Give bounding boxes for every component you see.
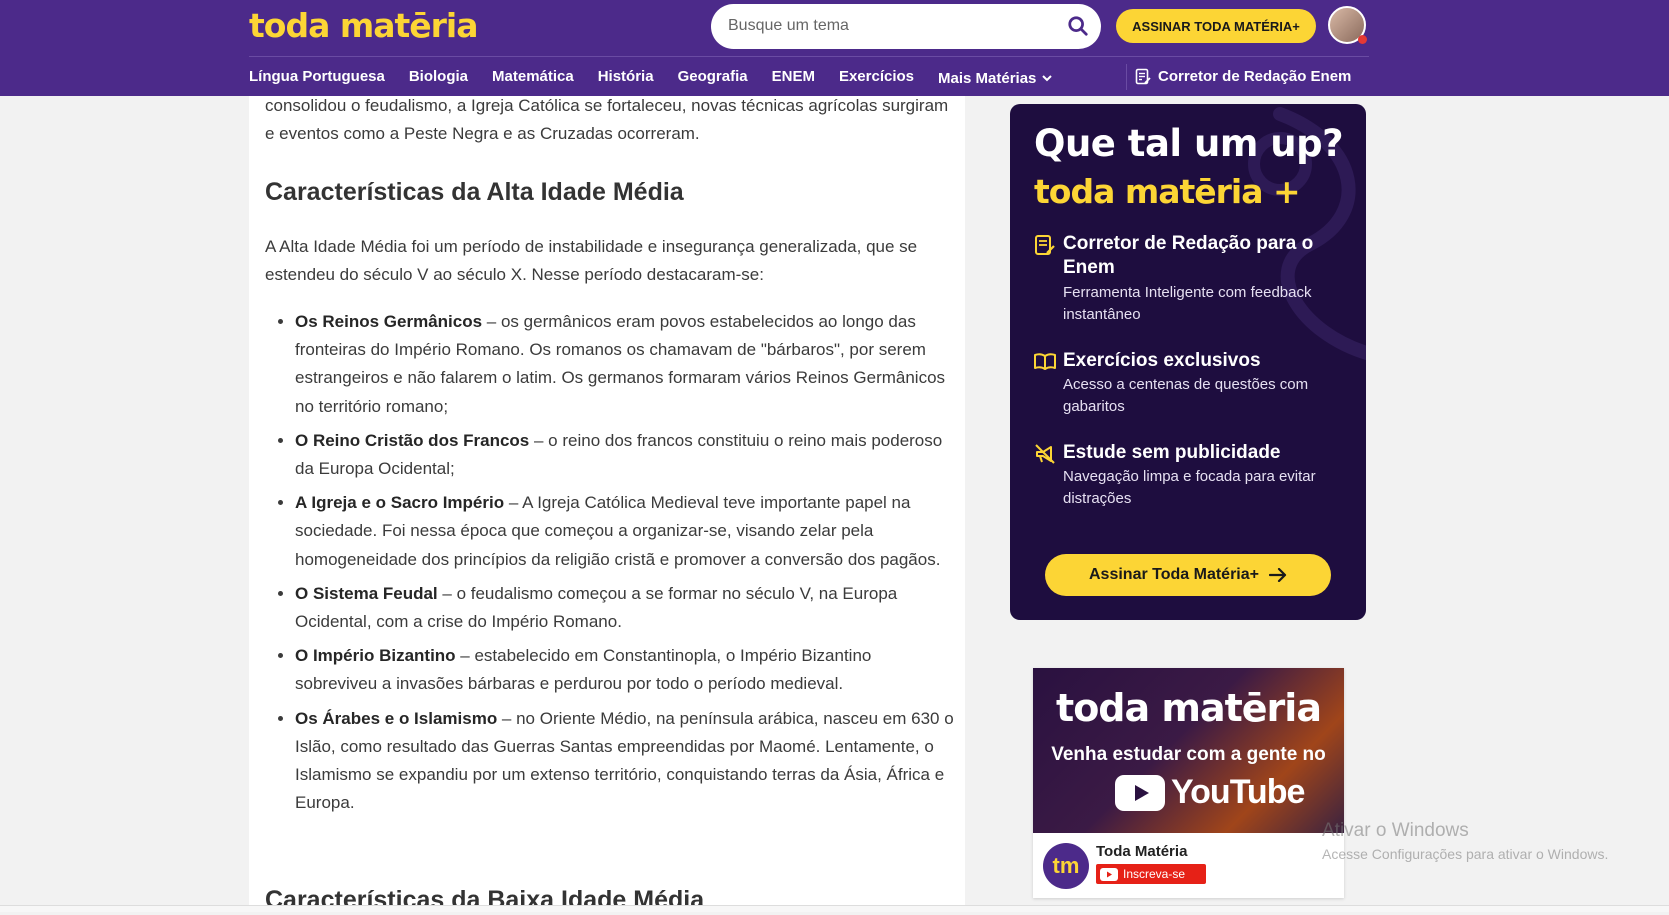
intro-paragraph: consolidou o feudalismo, a Igreja Católi…: [265, 96, 949, 143]
list-item-term: O Sistema Feudal: [295, 583, 438, 603]
search-placeholder: Busque um tema: [728, 17, 849, 34]
nav-more-label: Mais Matérias: [938, 69, 1037, 87]
search-icon[interactable]: [1067, 15, 1089, 37]
subscribe-premium-label: Assinar Toda Matéria+: [1089, 566, 1259, 583]
characteristics-list: Os Reinos Germânicos – os germânicos era…: [265, 308, 955, 823]
nav-item-biologia[interactable]: Biologia: [409, 68, 468, 88]
nav-separator: [1126, 64, 1127, 90]
promo-brand: toda matēria +: [1034, 172, 1301, 211]
youtube-icon: [1100, 867, 1118, 881]
site-logo[interactable]: toda matēria: [249, 6, 478, 45]
subscribe-button[interactable]: ASSINAR TODA MATÉRIA+: [1116, 9, 1316, 43]
list-item-term: O Reino Cristão dos Francos: [295, 430, 530, 450]
nav-item-corretor[interactable]: Corretor de Redação Enem: [1135, 68, 1351, 85]
search-input[interactable]: Busque um tema: [711, 4, 1101, 49]
premium-promo-card: Que tal um up? toda matēria + Corretor d…: [1010, 104, 1366, 620]
youtube-subscribe-label: Inscreva-se: [1123, 867, 1186, 881]
subscribe-premium-button[interactable]: Assinar Toda Matéria+: [1045, 554, 1331, 596]
chevron-down-icon: [1042, 75, 1053, 82]
windows-activation-title: Ativar o Windows: [1322, 820, 1469, 841]
muted-megaphone-icon: [1035, 444, 1055, 464]
nav-item-matematica[interactable]: Matemática: [492, 68, 574, 88]
channel-name[interactable]: Toda Matéria: [1096, 843, 1187, 860]
youtube-banner-brand: toda matēria: [1056, 686, 1322, 730]
youtube-logo: YouTube: [1115, 773, 1305, 812]
document-edit-icon: [1135, 68, 1151, 85]
section-heading: Características da Alta Idade Média: [265, 178, 684, 206]
youtube-card[interactable]: toda matēria Venha estudar com a gente n…: [1033, 668, 1344, 898]
youtube-banner[interactable]: toda matēria Venha estudar com a gente n…: [1033, 668, 1344, 833]
promo-feature-title: Corretor de Redação para o Enem: [1063, 233, 1314, 278]
list-item: O Reino Cristão dos Francos – o reino do…: [295, 427, 955, 483]
header-divider: [249, 56, 1369, 57]
nav-item-enem[interactable]: ENEM: [772, 68, 815, 88]
main-nav: Língua Portuguesa Biologia Matemática Hi…: [249, 68, 1077, 88]
promo-title: Que tal um up?: [1034, 122, 1344, 165]
site-header: toda matēria Busque um tema ASSINAR TODA…: [0, 0, 1669, 96]
list-item-term: Os Reinos Germânicos: [295, 312, 483, 331]
nav-item-exercicios[interactable]: Exercícios: [839, 68, 914, 88]
list-item: O Sistema Feudal – o feudalismo começou …: [295, 580, 955, 636]
youtube-banner-tagline: Venha estudar com a gente no: [1051, 744, 1326, 765]
article-container: consolidou o feudalismo, a Igreja Católi…: [249, 96, 965, 914]
windows-activation-subtitle: Acesse Configurações para ativar o Windo…: [1322, 846, 1609, 862]
youtube-subscribe-button[interactable]: Inscreva-se: [1096, 864, 1206, 884]
promo-feature-title: Exercícios exclusivos: [1063, 350, 1261, 371]
channel-avatar[interactable]: tm: [1043, 843, 1089, 889]
list-item-term: A Igreja e o Sacro Império: [295, 493, 505, 513]
list-item: A Igreja e o Sacro Império – A Igreja Ca…: [295, 489, 955, 574]
open-book-icon: [1034, 353, 1056, 370]
promo-feature-desc: Acesso a centenas de questões com gabari…: [1063, 376, 1309, 415]
list-item-term: Os Árabes e o Islamismo: [295, 708, 498, 728]
section-paragraph: A Alta Idade Média foi um período de ins…: [265, 237, 918, 284]
youtube-logo-text: YouTube: [1171, 773, 1305, 811]
nav-item-historia[interactable]: História: [598, 68, 654, 88]
list-item: Os Árabes e o Islamismo – no Oriente Méd…: [295, 705, 955, 818]
youtube-play-icon: [1115, 774, 1165, 811]
nav-item-geografia[interactable]: Geografia: [678, 68, 748, 88]
document-edit-icon: [1035, 235, 1055, 255]
notification-dot: [1358, 35, 1367, 44]
corretor-label: Corretor de Redação Enem: [1158, 68, 1352, 85]
promo-feature-desc: Ferramenta Inteligente com feedback inst…: [1063, 284, 1312, 323]
promo-feature-desc: Navegação limpa e focada para evitar dis…: [1063, 468, 1316, 507]
list-item: Os Reinos Germânicos – os germânicos era…: [295, 308, 955, 421]
nav-item-mais-materias[interactable]: Mais Matérias: [938, 68, 1053, 88]
list-item-term: O Império Bizantino: [295, 646, 456, 666]
nav-item-lingua-portuguesa[interactable]: Língua Portuguesa: [249, 68, 385, 88]
list-item: O Império Bizantino – estabelecido em Co…: [295, 642, 955, 698]
arrow-right-icon: [1268, 568, 1287, 582]
promo-feature-title: Estude sem publicidade: [1063, 442, 1281, 463]
